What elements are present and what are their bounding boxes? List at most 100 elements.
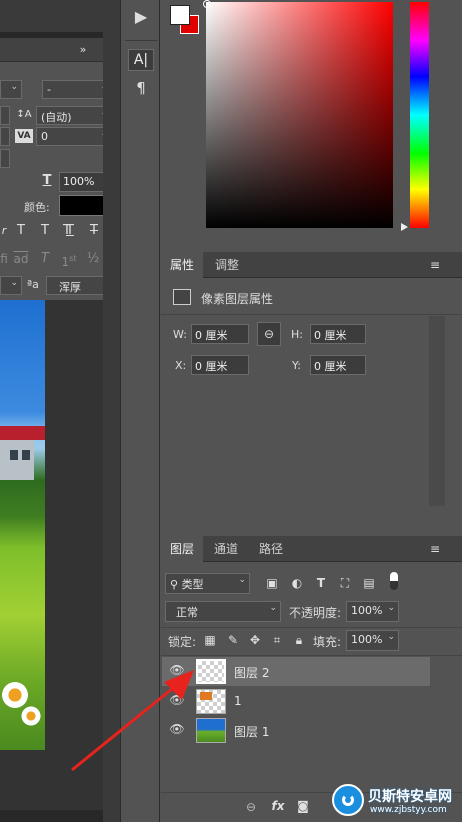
ligature-button[interactable]: ﬁ [0,252,8,266]
filter-smart-object-icon[interactable]: ▤ [362,576,376,590]
properties-panel: 属性 调整 ≡ 像素图层属性 W: 0 厘米 ⊖ H: 0 厘米 X: 0 厘米… [161,252,462,534]
tracking-icon: VA [15,129,33,143]
properties-tabbar: 属性 调整 ≡ [161,252,462,278]
x-input[interactable]: 0 厘米 [191,355,249,375]
language-select[interactable]: ⌄ [0,276,22,295]
hue-slider[interactable] [410,2,429,228]
top-strip [0,0,103,32]
fill-input[interactable]: 100% ⌄ [346,630,399,651]
strikethrough-button[interactable]: T [85,224,103,238]
house-window [22,450,30,460]
layer-filter-select[interactable]: ⚲ 类型 ⌄ [165,573,250,594]
foreground-color-swatch[interactable] [170,5,190,25]
watermark-url: www.zjbstyy.com [370,805,447,815]
saturation-brightness-field[interactable] [206,2,393,228]
watermark-logo-mark [342,794,354,806]
hue-slider-handle[interactable] [401,223,408,231]
leading-value: (自动) [41,111,72,124]
paragraph-panel-button[interactable]: ¶ [128,77,154,99]
h-label: H: [291,328,303,341]
chevron-down-icon: ⌄ [10,278,18,288]
search-icon: ⚲ [170,578,182,591]
tab-adjustments[interactable]: 调整 [206,252,248,278]
tab-paths[interactable]: 路径 [250,536,292,562]
blend-mode-value: 正常 [176,606,198,619]
watermark-brand: 贝斯特安卓网 [368,789,452,805]
kerning-select[interactable] [0,127,10,146]
panel-menu-icon[interactable]: ≡ [428,258,442,272]
fill-label: 填充: [313,635,342,649]
lock-brush-icon[interactable]: ✎ [226,633,240,647]
height-input[interactable]: 0 厘米 [310,324,366,344]
antialias-label: ªa [27,278,39,291]
link-icon[interactable]: ⊖ [257,322,281,346]
panel-menu-icon[interactable]: ≡ [428,542,442,556]
house-roof [0,426,45,440]
character-panel-button[interactable]: A| [128,49,154,71]
baseline-select[interactable] [0,149,10,168]
filter-pixel-icon[interactable]: ▣ [265,576,279,590]
layers-tabbar: 图层 通道 路径 ≡ [161,536,462,562]
ordinal-button[interactable]: 1st [59,252,79,269]
fill-value: 100% [351,633,383,646]
tab-properties[interactable]: 属性 [161,252,204,278]
font-style-select[interactable]: -⌄ [42,80,112,99]
fraction-button[interactable]: ½ [85,252,101,266]
y-label: Y: [292,359,301,372]
opacity-input[interactable]: 100% ⌄ [346,601,399,622]
character-panel-header: » ≡ [0,38,119,62]
fx-button[interactable]: fx [269,799,287,813]
filter-type-icon[interactable]: T [314,576,328,590]
tab-layers[interactable]: 图层 [161,536,204,562]
tracking-select[interactable]: 0⌄ [36,127,112,146]
chevron-down-icon: ⌄ [238,575,246,585]
color-label: 颜色: [24,201,50,214]
watermark-logo [332,784,364,816]
lock-all-icon[interactable]: 🔒︎ [292,633,306,647]
properties-scrollbar[interactable] [429,316,445,506]
layer-name[interactable]: 图层 1 [234,723,269,740]
faux-italic-button[interactable]: r [0,224,8,238]
discretionary-ligature-button[interactable]: ad [11,252,31,266]
leading-select[interactable]: (自动)⌄ [36,106,112,125]
chevron-down-icon: ⌄ [387,632,395,642]
lock-artboard-icon[interactable]: ⌗ [270,633,284,647]
chevron-down-icon: ⌄ [269,603,277,613]
antialias-value: 浑厚 [59,281,81,294]
annotation-arrow [71,670,194,772]
blend-mode-select[interactable]: 正常 ⌄ [165,601,281,622]
collapse-icon[interactable]: » [76,43,90,57]
house-wall [0,440,34,480]
superscript-button[interactable]: T [36,224,54,238]
all-caps-button[interactable]: T [12,224,30,238]
lock-position-icon[interactable]: ✥ [248,633,262,647]
layers-options-divider [161,627,462,628]
add-mask-icon[interactable]: ◙ [295,799,311,813]
opacity-label: 不透明度: [289,606,342,620]
leading-icon: ↕A [16,109,32,120]
house-window [10,450,18,460]
color-picker-cursor[interactable] [203,0,211,8]
filter-adjustment-icon[interactable]: ◐ [290,576,304,590]
font-size-select[interactable] [0,106,10,125]
opacity-value: 100% [351,604,383,617]
opentype-row: ﬁ ad T 1st ½ [0,250,119,270]
font-family-select[interactable]: ⌄ [0,80,22,99]
underline-text-button[interactable]: T [61,224,79,238]
filter-toggle[interactable] [390,572,398,590]
link-layers-icon[interactable]: ⊖ [243,800,259,814]
width-input[interactable]: 0 厘米 [191,324,249,344]
lock-transparent-icon[interactable]: ▦ [203,633,217,647]
swash-button[interactable]: T [37,252,53,266]
layer-name[interactable]: 图层 2 [234,664,269,681]
layer-name[interactable]: 1 [234,694,242,708]
layer-filter-value: 类型 [181,578,204,591]
x-label: X: [175,359,187,372]
tab-channels[interactable]: 通道 [205,536,247,562]
lock-label: 锁定: [168,635,197,649]
strip-divider [125,40,157,41]
y-input[interactable]: 0 厘米 [310,355,366,375]
play-icon[interactable]: ▶ [133,9,149,25]
tracking-value: 0 [41,130,48,143]
filter-shape-icon[interactable]: ⛶ [338,576,352,590]
